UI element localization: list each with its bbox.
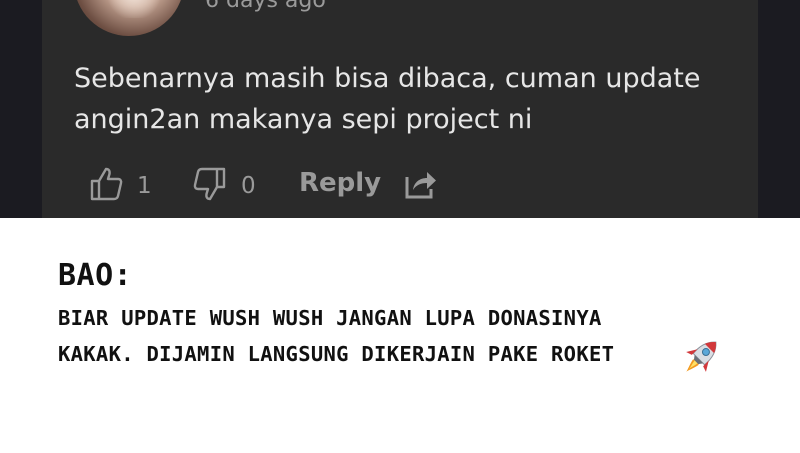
like-button[interactable]: 1 xyxy=(89,166,152,206)
share-icon xyxy=(404,172,438,204)
comment-text-line-1: Sebenarnya masih bisa dibaca, cuman upda… xyxy=(74,63,701,94)
comment-timestamp: 6 days ago xyxy=(205,0,326,13)
rocket-icon xyxy=(678,334,724,384)
dislike-count: 0 xyxy=(241,173,256,199)
like-count: 1 xyxy=(137,173,152,199)
reply-button[interactable]: Reply xyxy=(299,168,381,198)
comment-text-line-2: angin2an makanya sepi project ni xyxy=(74,104,533,135)
thumbs-down-icon xyxy=(193,166,227,206)
note-line-2: KAKAK. DIJAMIN LANGSUNG DIKERJAIN PAKE R… xyxy=(58,342,615,366)
comment-screenshot: 6 days ago Sebenarnya masih bisa dibaca,… xyxy=(0,0,800,218)
comment-text: Sebenarnya masih bisa dibaca, cuman upda… xyxy=(74,58,734,140)
share-button[interactable] xyxy=(404,168,438,204)
note-line-1: BIAR UPDATE WUSH WUSH JANGAN LUPA DONASI… xyxy=(58,306,602,330)
dislike-button[interactable]: 0 xyxy=(193,166,256,206)
thumbs-up-icon xyxy=(89,166,123,206)
note-author: BAO: xyxy=(58,258,133,293)
